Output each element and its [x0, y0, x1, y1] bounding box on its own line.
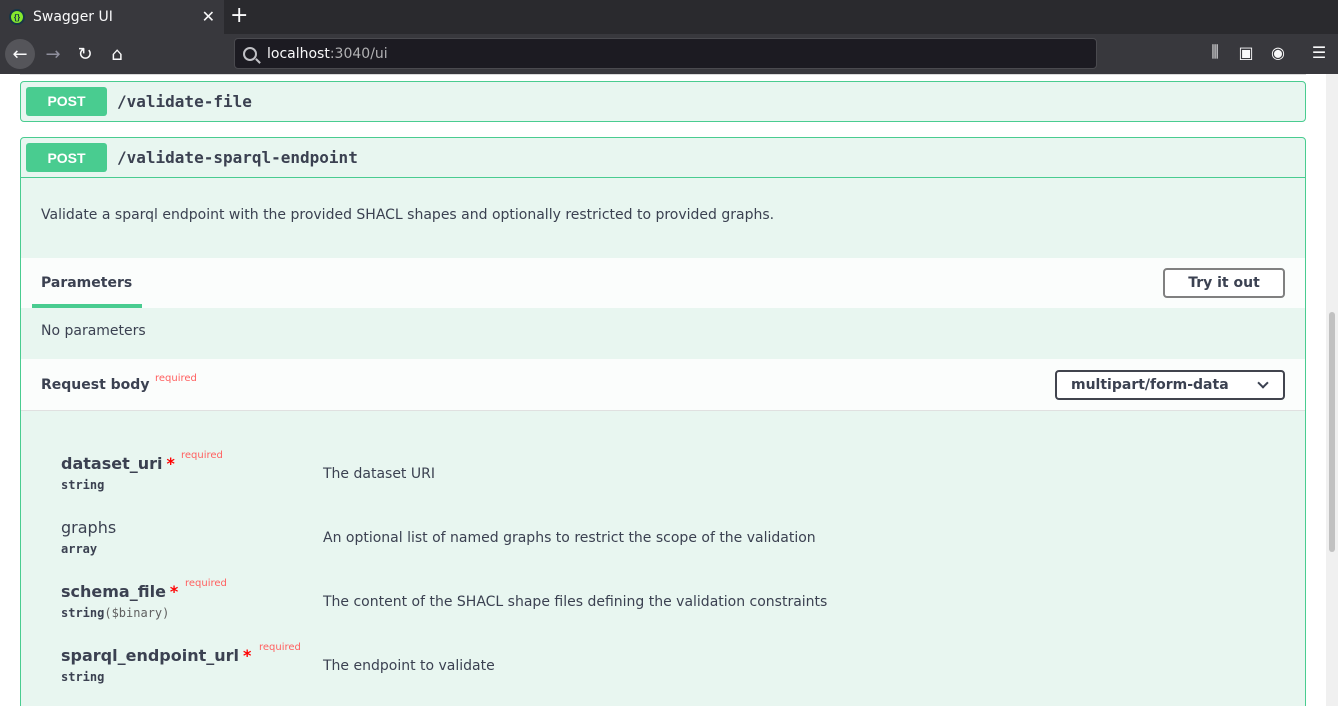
param-type: string [61, 478, 104, 492]
sidebar-icon[interactable]: ▣ [1234, 40, 1258, 64]
url-bar[interactable]: localhost:3040/ui [234, 38, 1097, 69]
account-icon[interactable]: ◉ [1266, 40, 1290, 64]
param-description: An optional list of named graphs to rest… [323, 530, 816, 546]
page-content: POST /validate-file POST /validate-sparq… [0, 74, 1326, 706]
content-type-select[interactable]: multipart/form-data [1055, 370, 1285, 400]
required-star: * [166, 454, 175, 473]
plus-icon[interactable]: + [230, 3, 248, 28]
forward-arrow-icon[interactable]: → [38, 39, 68, 69]
tab-bar: {} Swagger UI ✕ + [0, 0, 1338, 34]
no-parameters-text: No parameters [41, 323, 146, 339]
divider [20, 74, 1306, 75]
request-body-title: Request body [41, 377, 150, 393]
param-row: schema_file * required string($binary) Th… [61, 578, 1261, 642]
url-text: localhost:3040/ui [267, 46, 388, 62]
endpoint-path: /validate-sparql-endpoint [117, 148, 358, 167]
required-marker: required [259, 642, 301, 653]
menu-icon[interactable]: ☰ [1307, 40, 1331, 64]
parameters-header: Parameters Try it out [21, 258, 1305, 308]
param-description: The endpoint to validate [323, 658, 495, 674]
param-name-text: dataset_uri [61, 454, 163, 473]
param-type-text: string [61, 670, 105, 684]
param-row: graphs array An optional list of named g… [61, 518, 1261, 578]
param-name: dataset_uri * [61, 454, 175, 473]
back-arrow-icon[interactable]: ← [5, 39, 35, 69]
scrollbar[interactable] [1326, 74, 1338, 706]
opblock-summary[interactable]: POST /validate-file [21, 82, 1305, 120]
param-description: The content of the SHACL shape files def… [323, 594, 828, 610]
reload-icon[interactable]: ↻ [70, 39, 100, 69]
param-name: graphs [61, 518, 117, 537]
scrollbar-thumb[interactable] [1329, 312, 1335, 552]
param-type: array [61, 542, 97, 556]
required-star: * [243, 646, 252, 665]
opblock-validate-file[interactable]: POST /validate-file [20, 81, 1306, 122]
param-name: schema_file * [61, 582, 178, 601]
param-name-text: sparql_endpoint_url [61, 646, 240, 665]
param-name: sparql_endpoint_url * [61, 646, 251, 665]
tab-parameters[interactable]: Parameters [41, 275, 132, 291]
browser-tab[interactable]: {} Swagger UI ✕ [0, 0, 224, 34]
close-icon[interactable]: ✕ [202, 7, 215, 26]
tab-title: Swagger UI [33, 9, 113, 25]
url-host: localhost [267, 45, 330, 62]
home-icon[interactable]: ⌂ [102, 39, 132, 69]
param-name-text: schema_file [61, 582, 166, 601]
chevron-down-icon [1257, 377, 1269, 389]
endpoint-path: /validate-file [117, 91, 252, 111]
param-description: The dataset URI [323, 466, 435, 482]
param-format: ($binary) [104, 606, 170, 620]
opblock-validate-sparql-endpoint: POST /validate-sparql-endpoint Validate … [20, 137, 1306, 706]
content-type-value: multipart/form-data [1071, 377, 1229, 393]
required-marker: required [181, 450, 223, 461]
required-star: * [169, 582, 179, 601]
url-rest: :3040/ui [329, 45, 388, 62]
swagger-favicon-icon: {} [9, 9, 25, 25]
param-row: sparql_endpoint_url * required string The… [61, 642, 1261, 706]
nav-bar: ← → ↻ ⌂ localhost:3040/ui ⫼ ▣ ◉ ☰ [0, 34, 1338, 74]
param-type-text: array [61, 542, 98, 556]
request-body-header: Request body required multipart/form-dat… [21, 359, 1305, 411]
try-it-out-button[interactable]: Try it out [1163, 268, 1285, 298]
opblock-summary[interactable]: POST /validate-sparql-endpoint [21, 138, 1305, 178]
param-type-text: string [61, 478, 105, 492]
param-type: string($binary) [61, 606, 169, 620]
param-row: dataset_uri * required string The dataset… [61, 450, 1261, 514]
param-type: string [61, 670, 104, 684]
search-icon [243, 46, 257, 61]
required-marker: required [155, 373, 197, 384]
tab-underline [32, 304, 142, 308]
method-badge: POST [26, 86, 107, 116]
method-badge: POST [26, 143, 107, 172]
param-type-text: string [61, 606, 105, 620]
endpoint-description: Validate a sparql endpoint with the prov… [41, 207, 775, 223]
required-marker: required [185, 578, 227, 589]
library-icon[interactable]: ⫼ [1203, 40, 1227, 64]
